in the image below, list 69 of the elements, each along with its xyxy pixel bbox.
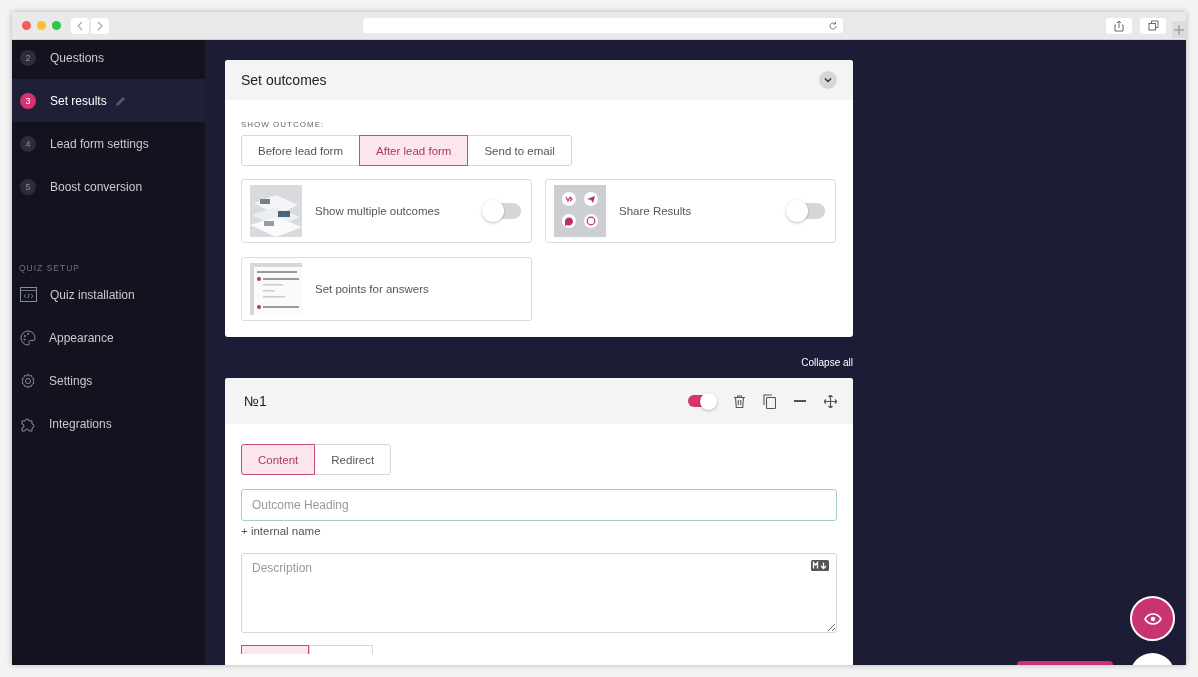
menu-item[interactable]: Integrations bbox=[12, 402, 205, 445]
step-number: 2 bbox=[20, 49, 36, 66]
share-icon bbox=[1114, 19, 1124, 32]
step-number: 3 bbox=[20, 92, 36, 109]
menu-item[interactable]: Settings bbox=[12, 359, 205, 402]
close-window-button[interactable] bbox=[22, 21, 31, 30]
segment-button[interactable]: Send to email bbox=[467, 135, 572, 166]
back-icon bbox=[76, 20, 84, 31]
tab[interactable] bbox=[241, 645, 309, 654]
puzzle-icon bbox=[20, 415, 36, 432]
new-tab-button[interactable] bbox=[1172, 21, 1186, 38]
feature-label: Share Results bbox=[619, 205, 693, 217]
feature-card[interactable]: Set points for answers bbox=[241, 257, 532, 321]
feature-card[interactable]: Share Results bbox=[545, 179, 836, 243]
toggle-switch[interactable] bbox=[789, 203, 825, 219]
tab[interactable]: Content bbox=[241, 444, 316, 475]
segment-button[interactable]: Before lead form bbox=[241, 135, 360, 166]
share-button[interactable] bbox=[1106, 17, 1132, 34]
move-icon[interactable] bbox=[824, 394, 837, 408]
social-icons-drawing bbox=[554, 185, 606, 237]
step-label: Set results bbox=[50, 93, 107, 108]
pencil-icon[interactable] bbox=[114, 94, 127, 107]
toggle-switch[interactable] bbox=[485, 203, 521, 219]
toggle-switch[interactable] bbox=[688, 395, 714, 407]
step-label: Boost conversion bbox=[50, 179, 143, 194]
minus-icon[interactable] bbox=[794, 399, 806, 403]
card-title: №1 bbox=[244, 393, 267, 409]
feature-label: Set points for answers bbox=[315, 283, 430, 295]
tab[interactable]: Redirect bbox=[314, 444, 392, 475]
forward-button[interactable] bbox=[91, 17, 109, 34]
collapse-button[interactable] bbox=[819, 71, 837, 89]
list-preview-drawing bbox=[250, 263, 302, 315]
reload-icon[interactable] bbox=[828, 20, 838, 31]
menu-item[interactable]: Quiz installation bbox=[12, 273, 205, 316]
preview-button[interactable] bbox=[1130, 596, 1175, 641]
description-field[interactable]: Description bbox=[241, 553, 837, 633]
code-window-icon bbox=[20, 287, 37, 302]
step-item[interactable]: 5 Boost conversion bbox=[12, 165, 205, 208]
step-label: Questions bbox=[50, 50, 105, 65]
settings-icon bbox=[20, 372, 36, 389]
back-button[interactable] bbox=[71, 17, 89, 34]
maximize-window-button[interactable] bbox=[52, 21, 61, 30]
section-title: QUIZ SETUP bbox=[19, 263, 81, 273]
step-label: Lead form settings bbox=[50, 136, 149, 151]
collapse-all-link[interactable]: Collapse all bbox=[801, 357, 853, 368]
field-label: SHOW OUTCOME: bbox=[241, 120, 326, 129]
step-number: 5 bbox=[20, 178, 36, 195]
feature-label: Show multiple outcomes bbox=[315, 205, 441, 217]
delete-icon[interactable] bbox=[734, 394, 745, 408]
step-item[interactable]: 3 Set results bbox=[12, 79, 205, 122]
palette-icon bbox=[20, 329, 36, 346]
internal-name-link[interactable]: + internal name bbox=[241, 525, 321, 537]
plus-icon bbox=[1174, 24, 1184, 35]
heading-field[interactable]: Outcome Heading bbox=[241, 489, 837, 521]
step-item[interactable]: 4 Lead form settings bbox=[12, 122, 205, 165]
menu-item[interactable]: Appearance bbox=[12, 316, 205, 359]
segment-button[interactable]: After lead form bbox=[359, 135, 469, 166]
feature-card[interactable]: Show multiple outcomes bbox=[241, 179, 532, 243]
tabs-icon bbox=[1147, 20, 1159, 31]
forward-icon bbox=[96, 20, 104, 31]
step-number: 4 bbox=[20, 135, 36, 152]
copy-icon[interactable] bbox=[763, 393, 776, 409]
step-item[interactable]: 2 Questions bbox=[12, 40, 205, 79]
chevron-down-icon bbox=[824, 77, 832, 83]
eye-icon bbox=[1143, 612, 1162, 625]
tabs-button[interactable] bbox=[1140, 17, 1166, 34]
markdown-icon bbox=[811, 560, 829, 571]
card-title: Set outcomes bbox=[241, 72, 327, 88]
minimize-window-button[interactable] bbox=[37, 21, 46, 30]
